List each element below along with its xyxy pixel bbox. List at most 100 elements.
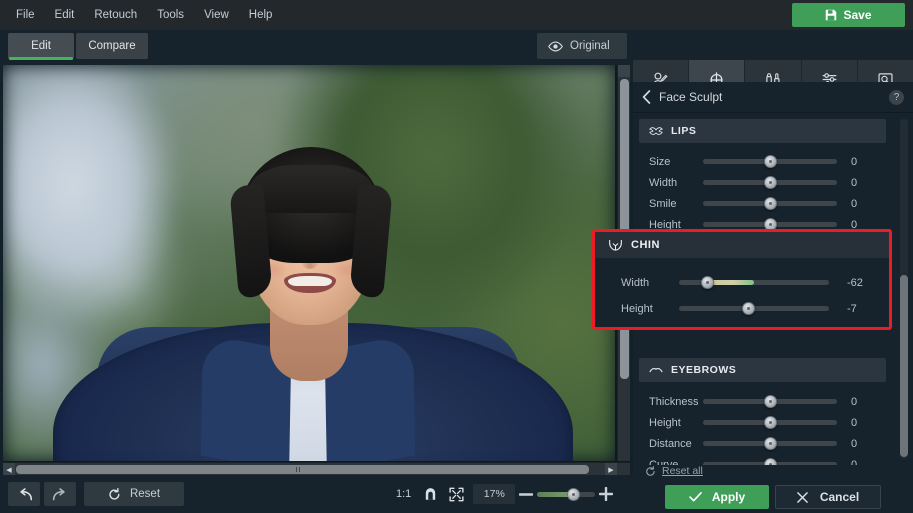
slider-label: Width <box>605 277 679 289</box>
help-icon[interactable]: ? <box>889 90 904 105</box>
slider-value: 0 <box>837 438 883 450</box>
tab-compare-label: Compare <box>88 40 135 52</box>
image-canvas[interactable]: ◀ ▶ <box>3 65 630 475</box>
slider-row-chin-height[interactable]: Height -7 <box>605 298 889 319</box>
canvas-scroll-right-arrow[interactable]: ▶ <box>605 463 617 475</box>
save-button-label: Save <box>843 8 871 22</box>
slider-knob[interactable] <box>764 458 777 465</box>
section-label-lips: LIPS <box>671 125 696 137</box>
slider-track-wrap[interactable] <box>679 272 829 293</box>
slider-row-lips-width[interactable]: Width 0 <box>633 172 899 193</box>
undo-icon <box>16 488 33 501</box>
slider-row-chin-width[interactable]: Width -62 <box>605 272 889 293</box>
panel-title: Face Sculpt <box>659 90 722 104</box>
canvas-scroll-left-arrow[interactable]: ◀ <box>3 463 15 475</box>
close-icon <box>797 492 808 503</box>
bottom-toolbar: Reset 1:1 17% <box>0 475 633 513</box>
cancel-button[interactable]: Cancel <box>775 485 881 509</box>
slider-track-wrap[interactable] <box>703 412 837 433</box>
slider-knob[interactable] <box>701 276 714 289</box>
menu-item-help[interactable]: Help <box>239 0 283 30</box>
redo-icon <box>52 488 69 501</box>
slider-row-eyebrows-thickness[interactable]: Thickness 0 <box>633 391 899 412</box>
cancel-button-label: Cancel <box>820 490 859 504</box>
menu-item-view[interactable]: View <box>194 0 239 30</box>
reset-button[interactable]: Reset <box>84 482 184 506</box>
reset-all-label: Reset all <box>662 465 703 477</box>
reset-all-button[interactable]: Reset all <box>645 465 703 477</box>
slider-label: Smile <box>633 198 703 210</box>
save-button[interactable]: Save <box>792 3 905 27</box>
slider-track-wrap[interactable] <box>703 391 837 412</box>
zoom-controls: 1:1 17% <box>390 475 617 513</box>
slider-label: Distance <box>633 438 703 450</box>
zoom-one-to-one-button[interactable]: 1:1 <box>390 488 417 500</box>
slider-knob[interactable] <box>764 155 777 168</box>
slider-track-wrap[interactable] <box>703 454 837 465</box>
fit-screen-icon[interactable] <box>443 482 469 506</box>
portrait-photo <box>3 65 615 461</box>
zoom-level-value[interactable]: 17% <box>473 484 515 504</box>
slider-knob[interactable] <box>764 176 777 189</box>
check-icon <box>689 492 702 502</box>
face-fit-icon[interactable] <box>417 482 443 506</box>
panel-vertical-scrollbar[interactable] <box>900 119 908 459</box>
tab-compare[interactable]: Compare <box>76 33 148 59</box>
slider-value: 0 <box>837 396 883 408</box>
slider-fill <box>708 280 755 285</box>
tab-edit-label: Edit <box>31 40 51 52</box>
panel-header: Face Sculpt ? <box>633 82 913 113</box>
menu-item-tools[interactable]: Tools <box>147 0 194 30</box>
canvas-horizontal-scroll-thumb[interactable] <box>16 465 589 474</box>
menu-item-file[interactable]: File <box>6 0 45 30</box>
zoom-in-button[interactable] <box>595 487 617 501</box>
slider-value: -7 <box>829 303 885 315</box>
slider-label: Height <box>605 303 679 315</box>
original-button-label: Original <box>570 40 610 52</box>
panel-footer: Reset all Apply Cancel <box>633 465 913 513</box>
slider-knob[interactable] <box>764 395 777 408</box>
lips-icon <box>649 126 663 136</box>
save-icon <box>825 9 837 21</box>
chevron-left-icon <box>642 90 651 104</box>
back-button[interactable] <box>633 82 659 113</box>
slider-row-lips-size[interactable]: Size 0 <box>633 151 899 172</box>
slider-track-wrap[interactable] <box>679 298 829 319</box>
slider-knob[interactable] <box>764 218 777 231</box>
chin-section-panel: CHIN Width -62 Height -7 <box>595 232 889 327</box>
slider-value: 0 <box>837 198 883 210</box>
slider-track-wrap[interactable] <box>703 151 837 172</box>
zoom-slider-knob[interactable] <box>567 488 580 501</box>
canvas-horizontal-scrollbar[interactable]: ◀ ▶ <box>3 462 630 475</box>
canvas-scroll-up-arrow[interactable] <box>618 65 630 77</box>
slider-value: 0 <box>837 219 883 231</box>
slider-row-eyebrows-curve[interactable]: Curve 0 <box>633 454 899 465</box>
menu-item-retouch[interactable]: Retouch <box>84 0 147 30</box>
slider-row-lips-smile[interactable]: Smile 0 <box>633 193 899 214</box>
slider-track-wrap[interactable] <box>703 193 837 214</box>
apply-button[interactable]: Apply <box>665 485 769 509</box>
chin-icon <box>608 239 623 252</box>
zoom-out-button[interactable] <box>515 493 537 496</box>
panel-scroll-thumb[interactable] <box>900 275 908 457</box>
tab-edit[interactable]: Edit <box>8 33 74 59</box>
slider-row-eyebrows-distance[interactable]: Distance 0 <box>633 433 899 454</box>
slider-knob[interactable] <box>742 302 755 315</box>
canvas-vertical-scroll-thumb[interactable] <box>620 79 629 379</box>
undo-button[interactable] <box>8 482 40 506</box>
scroll-thumb-grip <box>296 467 302 472</box>
slider-knob[interactable] <box>764 416 777 429</box>
slider-label: Width <box>633 177 703 189</box>
zoom-slider[interactable] <box>537 492 595 497</box>
slider-knob[interactable] <box>764 197 777 210</box>
section-header-chin: CHIN <box>595 232 889 258</box>
slider-value: 0 <box>837 177 883 189</box>
slider-track-wrap[interactable] <box>703 433 837 454</box>
slider-track-wrap[interactable] <box>703 172 837 193</box>
original-toggle-button[interactable]: Original <box>537 33 627 59</box>
menu-item-edit[interactable]: Edit <box>45 0 85 30</box>
slider-knob[interactable] <box>764 437 777 450</box>
redo-button[interactable] <box>44 482 76 506</box>
slider-row-eyebrows-height[interactable]: Height 0 <box>633 412 899 433</box>
reset-icon <box>645 466 656 477</box>
